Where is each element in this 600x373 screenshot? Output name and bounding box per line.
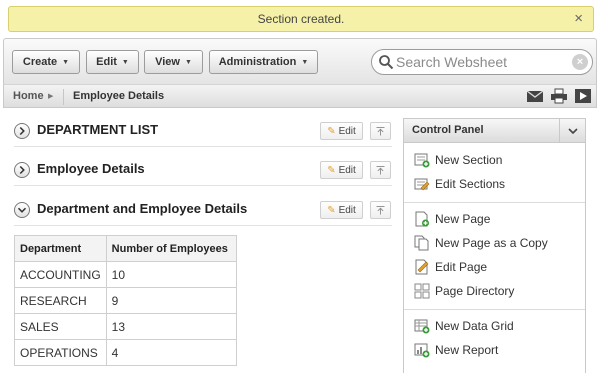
- view-menu-label: View: [155, 56, 180, 68]
- close-icon[interactable]: ×: [574, 10, 583, 27]
- search-input[interactable]: [396, 53, 564, 71]
- new-page-label: New Page: [435, 212, 491, 226]
- caret-down-icon: ▼: [301, 58, 309, 66]
- new-data-grid-label: New Data Grid: [435, 319, 514, 333]
- section-divider: [14, 225, 392, 226]
- section-divider: [14, 185, 392, 186]
- edit-page-link[interactable]: Edit Page: [414, 258, 487, 276]
- section-department-and-employee-details: Department and Employee Details ✎ Edit: [14, 199, 392, 223]
- section-title[interactable]: Employee Details: [37, 161, 145, 176]
- create-menu-label: Create: [22, 56, 58, 68]
- cell-employee-count: 10: [105, 261, 237, 288]
- caret-down-icon: ▼: [121, 58, 129, 66]
- section-department-list: DEPARTMENT LIST ✎ Edit: [14, 120, 392, 144]
- notification-message: Section created.: [257, 12, 345, 26]
- administration-menu-button[interactable]: Administration ▼: [209, 50, 318, 74]
- cell-employee-count: 4: [105, 339, 237, 366]
- expand-icon[interactable]: [14, 162, 30, 178]
- cell-department: OPERATIONS: [14, 339, 107, 366]
- page-directory-icon: [414, 283, 430, 299]
- new-data-grid-link[interactable]: New Data Grid: [414, 317, 514, 335]
- search-icon: [379, 55, 394, 70]
- control-panel-divider: [404, 309, 585, 310]
- copy-page-icon: [414, 235, 429, 251]
- expand-icon[interactable]: [14, 123, 30, 139]
- breadcrumb: Home ▶ Employee Details: [3, 84, 597, 108]
- edit-section-label: Edit: [338, 125, 356, 137]
- caret-down-icon: ▼: [184, 58, 192, 66]
- data-grid-icon: [414, 319, 430, 334]
- edit-sections-label: Edit Sections: [435, 177, 506, 191]
- cell-department: SALES: [14, 313, 107, 340]
- edit-section-label: Edit: [338, 164, 356, 176]
- new-section-label: New Section: [435, 153, 503, 167]
- toolbar: Create ▼ Edit ▼ View ▼ Administration ▼ ×: [3, 38, 597, 84]
- chevron-right-icon: ▶: [48, 93, 54, 100]
- new-page-as-copy-link[interactable]: New Page as a Copy: [414, 234, 548, 252]
- edit-sections-icon: [414, 178, 430, 191]
- control-panel-title: Control Panel: [412, 124, 484, 136]
- caret-down-icon: ▼: [62, 58, 70, 66]
- view-menu-button[interactable]: View ▼: [144, 50, 203, 74]
- edit-menu-button[interactable]: Edit ▼: [86, 50, 139, 74]
- edit-section-button[interactable]: ✎ Edit: [320, 201, 363, 219]
- section-divider: [14, 146, 392, 147]
- create-menu-button[interactable]: Create ▼: [12, 50, 80, 74]
- page-directory-label: Page Directory: [435, 284, 515, 298]
- search-box: ×: [371, 49, 593, 75]
- cell-department: ACCOUNTING: [14, 261, 107, 288]
- section-employee-details: Employee Details ✎ Edit: [14, 159, 392, 183]
- table-row: OPERATIONS 4: [14, 339, 237, 366]
- email-icon[interactable]: [526, 88, 544, 104]
- pencil-icon: ✎: [327, 164, 336, 176]
- back-to-top-icon[interactable]: [370, 161, 391, 179]
- administration-menu-label: Administration: [218, 56, 297, 68]
- new-section-icon: [414, 153, 430, 168]
- collapse-icon[interactable]: [14, 202, 30, 218]
- control-panel-collapse-button[interactable]: [559, 119, 585, 142]
- pencil-icon: ✎: [327, 204, 336, 216]
- section-title[interactable]: DEPARTMENT LIST: [37, 122, 158, 137]
- table-row: SALES 13: [14, 313, 237, 340]
- cell-employee-count: 13: [105, 313, 237, 340]
- page-directory-link[interactable]: Page Directory: [414, 282, 514, 300]
- control-panel-header: Control Panel: [404, 119, 585, 143]
- chevron-down-icon: [567, 127, 578, 134]
- breadcrumb-home-link[interactable]: Home: [13, 90, 44, 102]
- breadcrumb-divider: [63, 89, 64, 105]
- edit-menu-label: Edit: [96, 56, 117, 68]
- department-employee-table: Department Number of Employees ACCOUNTIN…: [14, 235, 237, 366]
- control-panel-divider: [404, 202, 585, 203]
- present-icon[interactable]: [574, 88, 592, 104]
- edit-section-button[interactable]: ✎ Edit: [320, 161, 363, 179]
- clear-search-icon[interactable]: ×: [572, 54, 588, 70]
- new-section-link[interactable]: New Section: [414, 151, 502, 169]
- new-report-label: New Report: [435, 343, 499, 357]
- table-header-row: Department Number of Employees: [14, 235, 237, 262]
- edit-page-label: Edit Page: [435, 260, 488, 274]
- cell-department: RESEARCH: [14, 287, 107, 314]
- new-page-as-copy-label: New Page as a Copy: [435, 236, 548, 250]
- success-notification: Section created. ×: [8, 6, 594, 32]
- control-panel: Control Panel New Section Edit Sections …: [403, 118, 586, 373]
- new-page-icon: [415, 211, 429, 227]
- edit-page-icon: [415, 259, 429, 275]
- back-to-top-icon[interactable]: [370, 201, 391, 219]
- print-icon[interactable]: [550, 88, 568, 104]
- column-header-number-of-employees[interactable]: Number of Employees: [105, 235, 237, 262]
- table-row: RESEARCH 9: [14, 287, 237, 314]
- back-to-top-icon[interactable]: [370, 122, 391, 140]
- edit-sections-link[interactable]: Edit Sections: [414, 175, 505, 193]
- new-report-link[interactable]: New Report: [414, 341, 498, 359]
- new-page-link[interactable]: New Page: [414, 210, 490, 228]
- edit-section-label: Edit: [338, 204, 356, 216]
- table-row: ACCOUNTING 10: [14, 261, 237, 288]
- section-title[interactable]: Department and Employee Details: [37, 201, 247, 216]
- report-icon: [414, 343, 430, 358]
- column-header-department[interactable]: Department: [14, 235, 107, 262]
- cell-employee-count: 9: [105, 287, 237, 314]
- breadcrumb-current-page: Employee Details: [73, 90, 165, 102]
- edit-section-button[interactable]: ✎ Edit: [320, 122, 363, 140]
- pencil-icon: ✎: [327, 125, 336, 137]
